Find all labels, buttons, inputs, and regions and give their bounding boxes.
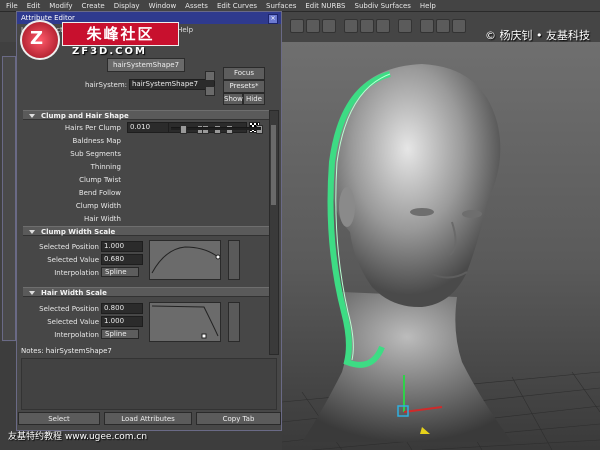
site-logo: Z 朱峰社区 ZF3D.COM: [20, 20, 180, 66]
3d-viewport[interactable]: [282, 42, 600, 450]
logo-subtitle: ZF3D.COM: [72, 46, 147, 57]
clump-selected-position-field[interactable]: 1.000: [101, 241, 143, 252]
section-title: Clump and Hair Shape: [41, 112, 129, 120]
ear-shape: [339, 187, 355, 227]
clump-interpolation-dropdown[interactable]: Spline: [101, 267, 139, 277]
notes-textarea[interactable]: [21, 358, 277, 410]
ramp-curve: [151, 246, 221, 274]
render-icon[interactable]: [420, 19, 434, 33]
lasso-tool-icon[interactable]: [306, 19, 320, 33]
hair-selected-position-field[interactable]: 0.800: [101, 303, 143, 314]
menu-item[interactable]: Edit Curves: [217, 2, 257, 10]
attribute-label: Clump Width: [75, 202, 121, 210]
menu-item[interactable]: Create: [81, 2, 104, 10]
editor-scrollbar[interactable]: [269, 110, 279, 355]
presets-button[interactable]: Presets*: [223, 80, 265, 93]
background-window: [2, 56, 16, 341]
attribute-editor-window: Attribute Editor × ListSelectedFocusAttr…: [16, 11, 282, 431]
dropdown-value: Spline: [105, 268, 127, 276]
selected-value-label: Selected Value: [47, 256, 99, 264]
section-title: Clump Width Scale: [41, 228, 116, 236]
bust-shape: [302, 292, 512, 442]
menu-item[interactable]: Help: [420, 2, 436, 10]
logo-title: 朱峰社区: [62, 22, 179, 46]
scrollbar-thumb[interactable]: [271, 125, 276, 205]
hair-interpolation-dropdown[interactable]: Spline: [101, 329, 139, 339]
section-title: Hair Width Scale: [41, 289, 107, 297]
expand-ramp-button[interactable]: [228, 240, 240, 280]
attribute-editor-footer: Select Load Attributes Copy Tab: [18, 412, 281, 426]
clump-selected-value-field[interactable]: 0.680: [101, 254, 143, 265]
attribute-value-field[interactable]: 0.010: [127, 122, 169, 133]
snap-curve-icon[interactable]: [360, 19, 374, 33]
node-type-label: hairSystem:: [84, 81, 127, 89]
notes-label: Notes: hairSystemShape7: [21, 347, 112, 355]
clump-width-ramp-graph[interactable]: [149, 240, 221, 280]
history-icon[interactable]: [398, 19, 412, 33]
attribute-label: Bend Follow: [78, 189, 121, 197]
menu-item[interactable]: Subdiv Surfaces: [355, 2, 411, 10]
eye-shape: [462, 210, 482, 218]
selected-position-label: Selected Position: [39, 305, 99, 313]
selected-position-label: Selected Position: [39, 243, 99, 251]
hair-width-ramp-graph[interactable]: [149, 302, 221, 342]
menu-item[interactable]: File: [6, 2, 18, 10]
section-clump-width-scale[interactable]: Clump Width Scale: [23, 226, 269, 236]
focus-button[interactable]: Focus: [223, 67, 265, 80]
copy-tab-button[interactable]: Copy Tab: [196, 412, 281, 425]
menu-item[interactable]: Modify: [49, 2, 72, 10]
select-tool-icon[interactable]: [290, 19, 304, 33]
expand-ramp-button[interactable]: [228, 302, 240, 342]
dropdown-value: Spline: [105, 330, 127, 338]
attribute-label: Clump Twist: [79, 176, 121, 184]
hair-selected-value-field[interactable]: 1.000: [101, 316, 143, 327]
interpolation-label: Interpolation: [54, 331, 99, 339]
ramp-curve: [151, 305, 219, 339]
menu-item[interactable]: Assets: [185, 2, 208, 10]
viewport-scene: [282, 64, 600, 450]
eye-shape: [410, 208, 434, 216]
attribute-slider[interactable]: [171, 125, 261, 134]
interpolation-label: Interpolation: [54, 269, 99, 277]
attribute-label: Sub Segments: [70, 150, 121, 158]
ipr-render-icon[interactable]: [436, 19, 450, 33]
paint-tool-icon[interactable]: [322, 19, 336, 33]
close-window-icon[interactable]: ×: [268, 14, 278, 24]
menu-item[interactable]: Surfaces: [266, 2, 296, 10]
menu-item[interactable]: Edit NURBS: [305, 2, 345, 10]
menu-item[interactable]: Display: [114, 2, 140, 10]
collapse-triangle-icon: [29, 291, 35, 295]
selected-value-label: Selected Value: [47, 318, 99, 326]
menu-item[interactable]: Edit: [27, 2, 41, 10]
select-arrow-icon[interactable]: [205, 86, 215, 96]
section-hair-width-scale[interactable]: Hair Width Scale: [23, 287, 269, 297]
menu-item[interactable]: Window: [149, 2, 177, 10]
show-button[interactable]: Show: [223, 93, 243, 105]
collapse-triangle-icon: [29, 230, 35, 234]
load-attributes-button[interactable]: Load Attributes: [104, 412, 192, 425]
select-button[interactable]: Select: [18, 412, 100, 425]
render-settings-icon[interactable]: [452, 19, 466, 33]
snap-point-icon[interactable]: [376, 19, 390, 33]
section-clump-and-hair-shape[interactable]: Clump and Hair Shape: [23, 110, 269, 120]
tutorial-watermark: 友基特约教程 www.ugee.com.cn: [8, 432, 148, 442]
logo-emblem-icon: Z: [20, 20, 60, 60]
slider-handle[interactable]: [179, 125, 187, 134]
copyright-watermark: © 杨庆钊 • 友基科技: [485, 29, 590, 42]
node-name-field[interactable]: hairSystemShape7: [129, 79, 215, 90]
snap-grid-icon[interactable]: [344, 19, 358, 33]
attribute-label: Hair Width: [84, 215, 121, 223]
collapse-triangle-icon: [29, 114, 35, 118]
clump-attributes: Hairs Per Clump27Baldness MapSub Segment…: [23, 122, 269, 240]
attribute-label: Hairs Per Clump: [64, 124, 121, 132]
attribute-label: Baldness Map: [72, 137, 121, 145]
focus-arrow-icon[interactable]: [205, 71, 215, 81]
attribute-label: Thinning: [90, 163, 121, 171]
hide-button[interactable]: Hide: [243, 93, 265, 105]
